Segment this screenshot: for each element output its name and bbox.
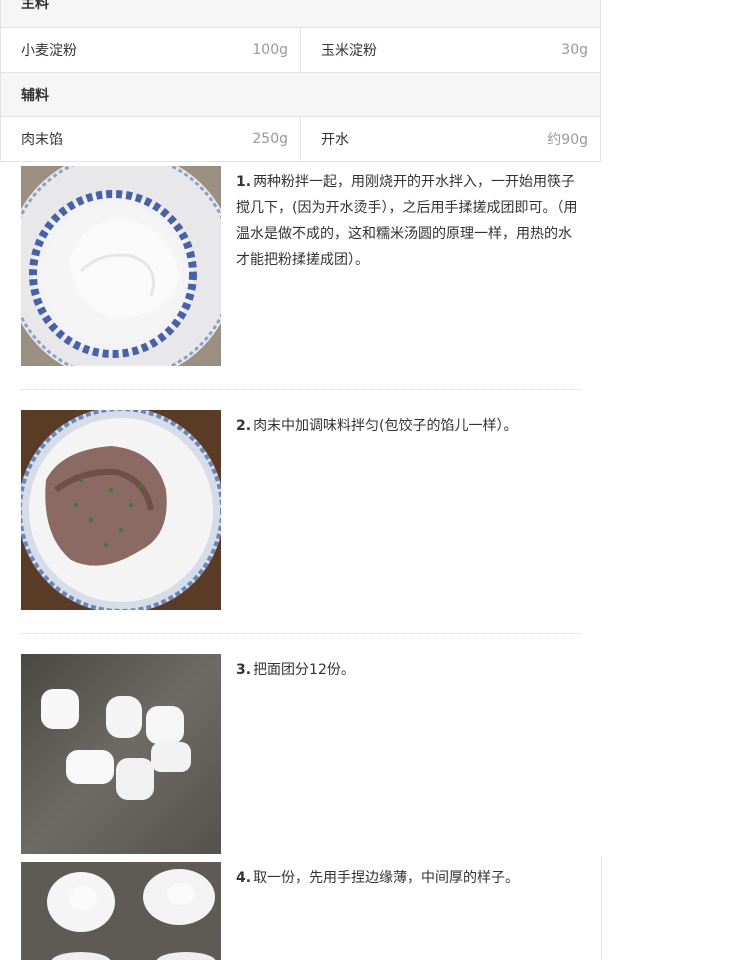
step-divider <box>21 633 581 634</box>
ingredient-name: 开水 <box>321 132 349 148</box>
ingredient-cell: 玉米淀粉 30g <box>300 28 600 72</box>
dough-pieces-image <box>21 654 221 854</box>
step-number: 4. <box>236 870 252 886</box>
step-description: 把面团分12份。 <box>253 662 355 678</box>
step-description: 取一份，先用手捏边缘薄，中间厚的样子。 <box>253 870 520 886</box>
ingredient-amount: 30g <box>561 42 588 58</box>
step-number: 2. <box>236 418 252 434</box>
ingredients-table: 主料 小麦淀粉 100g 玉米淀粉 30g 辅料 肉末馅 250g 开水 约90… <box>0 0 601 162</box>
ingredient-row: 肉末馅 250g 开水 约90g <box>0 117 601 162</box>
step-number: 3. <box>236 662 252 678</box>
meat-bowl-image <box>21 410 221 610</box>
main-ingredients-label: 主料 <box>21 0 49 12</box>
step-4-text: 4. 取一份，先用手捏边缘薄，中间厚的样子。 <box>236 865 581 891</box>
ingredient-row: 小麦淀粉 100g 玉米淀粉 30g <box>0 28 601 73</box>
ingredient-name: 肉末馅 <box>21 132 63 148</box>
ingredient-amount: 约90g <box>547 132 588 148</box>
step-1-photo[interactable] <box>21 166 221 366</box>
flattened-dough-image <box>21 862 221 960</box>
step-3-text: 3. 把面团分12份。 <box>236 657 581 683</box>
aux-ingredients-label: 辅料 <box>21 87 49 104</box>
ingredient-cell: 开水 约90g <box>300 117 600 161</box>
ingredient-amount: 100g <box>252 42 288 58</box>
step-divider <box>21 389 581 390</box>
ingredient-cell: 小麦淀粉 100g <box>1 28 300 72</box>
step-3-photo[interactable] <box>21 654 221 854</box>
step-2-photo[interactable] <box>21 410 221 610</box>
step-description: 两种粉拌一起，用刚烧开的开水拌入，一开始用筷子搅几下，(因为开水烫手），之后用手… <box>236 174 578 268</box>
main-ingredients-heading: 主料 <box>0 0 601 28</box>
ingredient-name: 玉米淀粉 <box>321 43 377 59</box>
ingredient-name: 小麦淀粉 <box>21 43 77 59</box>
dough-bowl-image <box>21 166 221 366</box>
content-border <box>601 856 602 960</box>
step-4-photo[interactable] <box>21 862 221 960</box>
step-number: 1. <box>236 174 252 190</box>
step-description: 肉末中加调味料拌匀(包饺子的馅儿一样）。 <box>253 418 518 434</box>
step-1-text: 1. 两种粉拌一起，用刚烧开的开水拌入，一开始用筷子搅几下，(因为开水烫手），之后… <box>236 169 581 273</box>
aux-ingredients-heading: 辅料 <box>0 73 601 117</box>
ingredient-cell: 肉末馅 250g <box>1 117 300 161</box>
ingredient-amount: 250g <box>252 131 288 147</box>
step-2-text: 2. 肉末中加调味料拌匀(包饺子的馅儿一样）。 <box>236 413 581 439</box>
